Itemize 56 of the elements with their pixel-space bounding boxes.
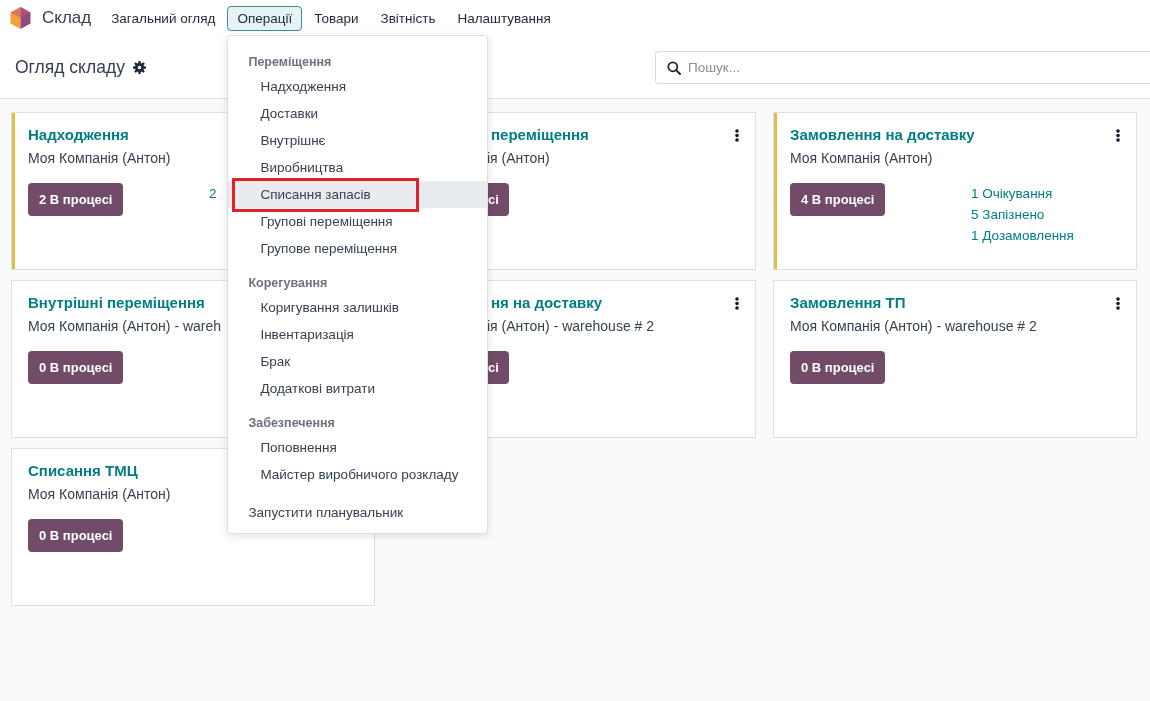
card-title[interactable]: Внутрішні переміщення [28,293,205,313]
in-progress-button[interactable]: сі [487,351,509,384]
in-progress-button[interactable]: 0 В процесі [28,519,124,552]
status-link[interactable]: 1 Дозамовлення [971,225,1074,246]
menu-entry[interactable]: Групове переміщення [228,234,488,262]
menu-entry[interactable]: Коригування залишків [228,293,488,321]
gear-icon[interactable] [132,60,146,74]
in-progress-button[interactable]: 4 В процесі [790,183,886,216]
card-title[interactable]: Замовлення на доставку [790,125,975,145]
company-name: Моя Компанія (Антон) [28,149,171,168]
nav-menu-item[interactable]: Загальний огляд [101,5,226,31]
in-progress-button[interactable]: 0 В процесі [790,351,886,384]
card-title[interactable]: Списання ТМЦ [28,461,138,481]
card-title[interactable]: Надходження [28,125,129,145]
menu-entry[interactable]: Інвентаризація [228,320,488,348]
nav-menu-item[interactable]: Звітність [370,5,446,31]
menu-entry[interactable]: Надходження [228,72,488,100]
menu-section-header: Корегування [247,274,329,292]
company-name: ія (Антон) - warehouse # 2 [487,317,655,336]
menu-entry[interactable]: Майстер виробничого розкладу [228,460,488,488]
menu-entry[interactable]: Виробництва [228,153,488,181]
search-icon [667,60,681,75]
status-link[interactable]: 5 Запізнено [971,204,1045,225]
menu-entry[interactable]: Групові переміщення [228,207,488,235]
status-link[interactable]: 2 [209,183,217,204]
app-name[interactable]: Склад [42,7,92,29]
kebab-menu-icon[interactable] [735,296,739,310]
menu-section-header: Забезпечення [247,414,336,432]
menu-entry[interactable]: Запустити планувальник [228,498,488,526]
company-name: Моя Компанія (Антон) - warehouse # 2 [790,317,1037,336]
nav-menu-item[interactable]: Товари [304,5,369,31]
menu-section-header: Переміщення [247,53,333,71]
company-name: Моя Компанія (Антон) - wareh [28,317,222,336]
menu-entry[interactable]: Поповнення [228,433,488,461]
company-name: Моя Компанія (Антон) [28,485,171,504]
kebab-menu-icon[interactable] [1116,128,1120,142]
in-progress-button[interactable]: сі [487,183,509,216]
menu-entry[interactable]: Брак [228,347,488,375]
menu-entry[interactable]: Доставки [228,99,488,127]
nav-menu-item[interactable]: Налаштування [447,5,561,31]
card-title[interactable]: переміщення [491,125,589,145]
search-field[interactable]: Пошук... [655,50,1150,84]
status-link[interactable]: 1 Очікування [971,183,1053,204]
hexagon-logo-icon[interactable] [10,7,31,29]
nav-menu-item[interactable]: Операції [227,5,303,31]
card-title[interactable]: Замовлення ТП [790,293,906,313]
kebab-menu-icon[interactable] [735,128,739,142]
company-name: Моя Компанія (Антон) [790,149,933,168]
in-progress-button[interactable]: 2 В процесі [28,183,124,216]
menu-entry[interactable]: Додаткові витрати [228,374,488,402]
menu-entry[interactable]: Внутрішнє [228,126,488,154]
company-name: ія (Антон) [487,149,550,168]
page-title: Огляд складу [15,55,125,79]
card-title[interactable]: ня на доставку [491,293,603,313]
in-progress-button[interactable]: 0 В процесі [28,351,124,384]
kebab-menu-icon[interactable] [1116,296,1120,310]
